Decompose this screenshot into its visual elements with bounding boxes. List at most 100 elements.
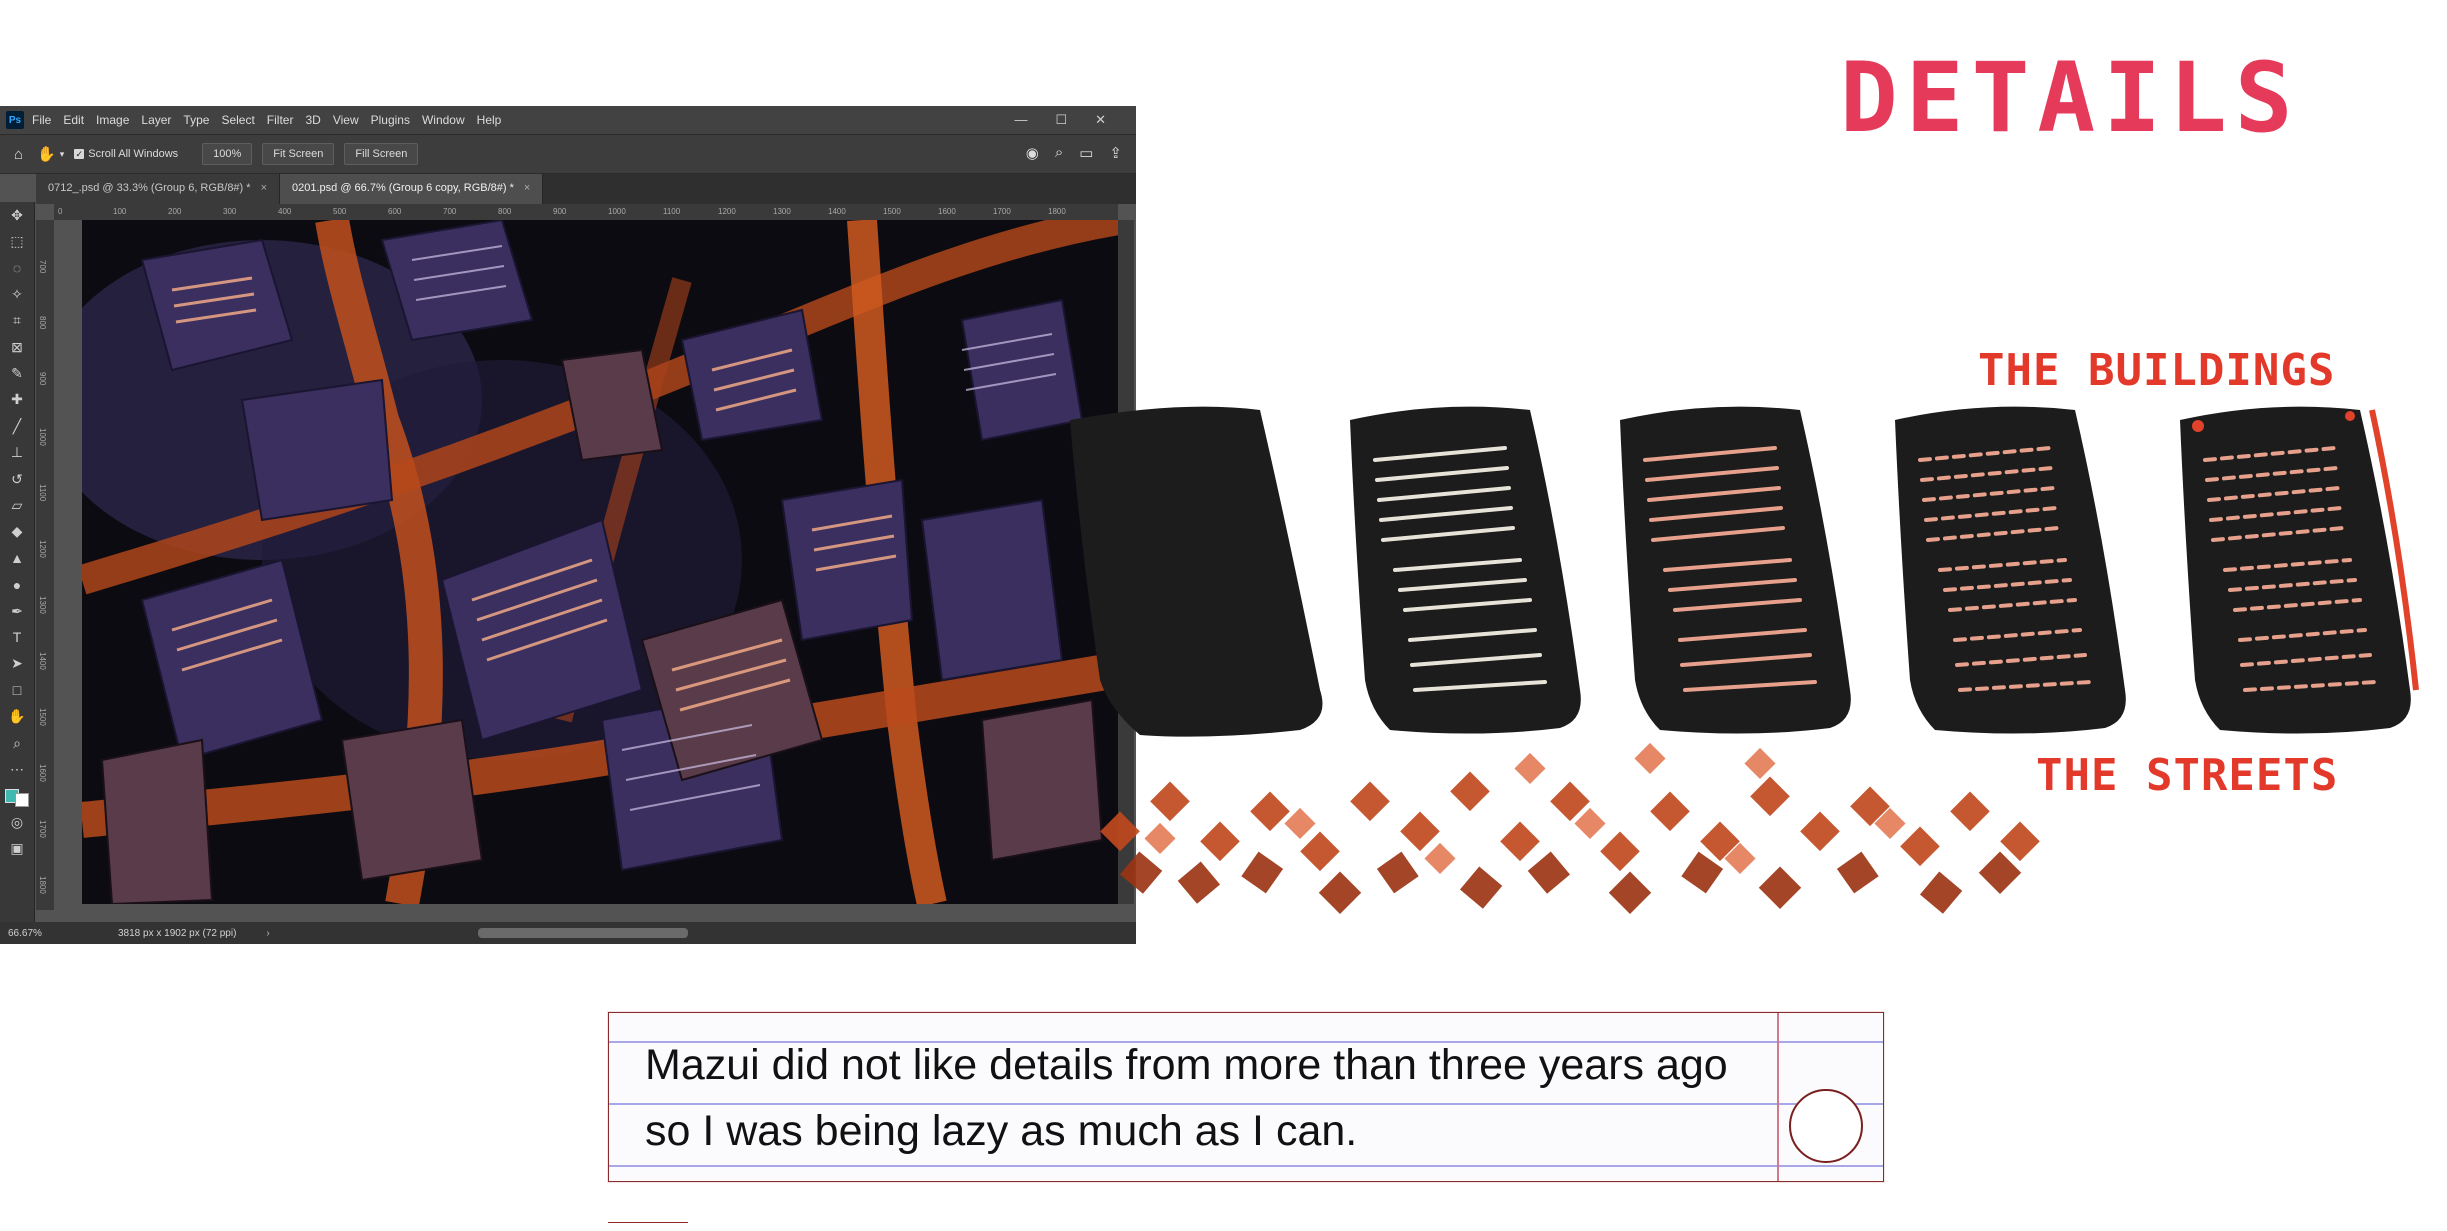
menu-help[interactable]: Help bbox=[477, 113, 502, 127]
document-info[interactable]: 3818 px x 1902 px (72 ppi) bbox=[118, 928, 236, 939]
workspace-icon[interactable]: ▭ bbox=[1079, 144, 1093, 162]
ruler-tick-label: 1600 bbox=[938, 207, 956, 216]
tools-panel: ✥ ⬚ ◌ ✧ ⌗ ⊠ ✎ ✚ ╱ ⊥ ↺ ▱ ◆ ▲ ● ✒ T ➤ □ ✋ … bbox=[0, 202, 35, 922]
ruler-tick-label: 1700 bbox=[993, 207, 1011, 216]
hand-icon[interactable]: ✋ bbox=[0, 703, 34, 729]
buildings-progression-illustration bbox=[1070, 406, 2419, 914]
menu-plugins[interactable]: Plugins bbox=[371, 113, 410, 127]
crop-icon[interactable]: ⌗ bbox=[0, 308, 34, 334]
ruler-tick-label: 700 bbox=[38, 260, 47, 274]
dodge-icon[interactable]: ● bbox=[0, 571, 34, 597]
ruler-tick-label: 700 bbox=[443, 207, 457, 216]
note-margin-line bbox=[1777, 1013, 1779, 1181]
ruler-tick-label: 1400 bbox=[38, 652, 47, 670]
ruler-tick-label: 100 bbox=[113, 207, 127, 216]
checkmark-icon: ✓ bbox=[74, 148, 85, 159]
ruler-tick-label: 500 bbox=[333, 207, 347, 216]
frame-icon[interactable]: ⊠ bbox=[0, 334, 34, 360]
home-icon[interactable]: ⌂ bbox=[14, 146, 23, 163]
document-tabs: 0712_.psd @ 33.3% (Group 6, RGB/8#) * × 0… bbox=[36, 174, 1136, 204]
brush-icon[interactable]: ╱ bbox=[0, 413, 34, 439]
note-line-1: Mazui did not like details from more tha… bbox=[645, 1041, 1728, 1089]
note-ruled-line bbox=[609, 1165, 1883, 1167]
menu-image[interactable]: Image bbox=[96, 113, 129, 127]
building-step-3 bbox=[1620, 406, 1851, 734]
ruler-tick-label: 1400 bbox=[828, 207, 846, 216]
menu-type[interactable]: Type bbox=[183, 113, 209, 127]
tab-label: 0201.psd @ 66.7% (Group 6 copy, RGB/8#) … bbox=[292, 182, 514, 194]
rectangle-icon[interactable]: □ bbox=[0, 677, 34, 703]
lasso-icon[interactable]: ◌ bbox=[0, 255, 34, 281]
photoshop-window: Ps File Edit Image Layer Type Select Fil… bbox=[0, 106, 1136, 944]
stamp-icon[interactable]: ⊥ bbox=[0, 440, 34, 466]
quickmask-icon[interactable]: ◎ bbox=[0, 809, 34, 835]
menu-3d[interactable]: 3D bbox=[305, 113, 320, 127]
close-button[interactable]: ✕ bbox=[1095, 112, 1106, 128]
history-brush-icon[interactable]: ↺ bbox=[0, 466, 34, 492]
tab-0201-psd[interactable]: 0201.psd @ 66.7% (Group 6 copy, RGB/8#) … bbox=[280, 174, 544, 204]
ruler-tick-label: 200 bbox=[168, 207, 182, 216]
marquee-icon[interactable]: ⬚ bbox=[0, 228, 34, 254]
ruler-tick-label: 1300 bbox=[773, 207, 791, 216]
menu-bar: Ps File Edit Image Layer Type Select Fil… bbox=[0, 106, 1136, 134]
building-step-2 bbox=[1350, 406, 1581, 734]
chevron-right-icon[interactable]: › bbox=[266, 928, 269, 939]
city-painting bbox=[82, 220, 1118, 904]
ruler-tick-label: 1100 bbox=[38, 484, 47, 502]
move-icon[interactable]: ✥ bbox=[0, 202, 34, 228]
building-step-5 bbox=[2180, 406, 2419, 734]
zoom-100-button[interactable]: 100% bbox=[202, 143, 253, 165]
screen-mode-icon[interactable]: ▣ bbox=[0, 835, 34, 861]
path-select-icon[interactable]: ➤ bbox=[0, 651, 34, 677]
bucket-icon[interactable]: ◆ bbox=[0, 519, 34, 545]
tab-0712-psd[interactable]: 0712_.psd @ 33.3% (Group 6, RGB/8#) * × bbox=[36, 174, 280, 204]
eraser-icon[interactable]: ▱ bbox=[0, 492, 34, 518]
document-canvas[interactable] bbox=[82, 220, 1118, 904]
more-icon[interactable]: ⋯ bbox=[0, 756, 34, 782]
pen-icon[interactable]: ✒ bbox=[0, 598, 34, 624]
close-icon[interactable]: × bbox=[524, 182, 530, 194]
minimize-button[interactable]: — bbox=[1014, 112, 1027, 128]
type-icon[interactable]: T bbox=[0, 624, 34, 650]
scroll-all-windows-checkbox[interactable]: ✓ Scroll All Windows bbox=[74, 148, 178, 160]
hand-tool-icon[interactable]: ✋ bbox=[37, 145, 56, 163]
ruler-tick-label: 1000 bbox=[608, 207, 626, 216]
healing-icon[interactable]: ✚ bbox=[0, 387, 34, 413]
menu-select[interactable]: Select bbox=[221, 113, 254, 127]
note-punch-hole bbox=[1789, 1089, 1863, 1163]
menu-layer[interactable]: Layer bbox=[141, 113, 171, 127]
close-icon[interactable]: × bbox=[261, 182, 267, 194]
colors-icon[interactable] bbox=[0, 783, 34, 809]
scroll-all-windows-label: Scroll All Windows bbox=[88, 148, 179, 160]
ruler-tick-label: 1600 bbox=[38, 764, 47, 782]
share-icon[interactable]: ⇪ bbox=[1109, 144, 1122, 162]
menu-filter[interactable]: Filter bbox=[267, 113, 294, 127]
menu-view[interactable]: View bbox=[333, 113, 359, 127]
chevron-down-icon[interactable]: ▾ bbox=[60, 149, 65, 160]
eyedropper-icon[interactable]: ✎ bbox=[0, 360, 34, 386]
zoom-icon[interactable]: ⌕ bbox=[0, 730, 34, 756]
ruler-tick-label: 300 bbox=[223, 207, 237, 216]
maximize-button[interactable]: ☐ bbox=[1055, 112, 1067, 128]
ruler-tick-label: 0 bbox=[58, 207, 63, 216]
menu-file[interactable]: File bbox=[32, 113, 51, 127]
tab-label: 0712_.psd @ 33.3% (Group 6, RGB/8#) * bbox=[48, 182, 251, 194]
blur-icon[interactable]: ▲ bbox=[0, 545, 34, 571]
ruler-tick-label: 600 bbox=[388, 207, 402, 216]
note-line-2: so I was being lazy as much as I can. bbox=[645, 1107, 1358, 1155]
menu-edit[interactable]: Edit bbox=[63, 113, 84, 127]
magic-wand-icon[interactable]: ✧ bbox=[0, 281, 34, 307]
horizontal-scrollbar-thumb[interactable] bbox=[478, 928, 688, 938]
streets-brush-strokes bbox=[1100, 742, 2040, 914]
status-bar: 66.67% 3818 px x 1902 px (72 ppi) › bbox=[0, 922, 1136, 944]
menu-window[interactable]: Window bbox=[422, 113, 465, 127]
ruler-tick-label: 1200 bbox=[38, 540, 47, 558]
fill-screen-button[interactable]: Fill Screen bbox=[344, 143, 419, 165]
search-icon[interactable]: ⌕ bbox=[1055, 144, 1063, 162]
ruler-tick-label: 400 bbox=[278, 207, 292, 216]
fit-screen-button[interactable]: Fit Screen bbox=[262, 143, 335, 165]
notebook-note: Mazui did not like details from more tha… bbox=[608, 1012, 1884, 1182]
zoom-level[interactable]: 66.67% bbox=[8, 928, 78, 939]
cloud-user-icon[interactable]: ◉ bbox=[1026, 144, 1039, 162]
ruler-tick-label: 900 bbox=[553, 207, 567, 216]
